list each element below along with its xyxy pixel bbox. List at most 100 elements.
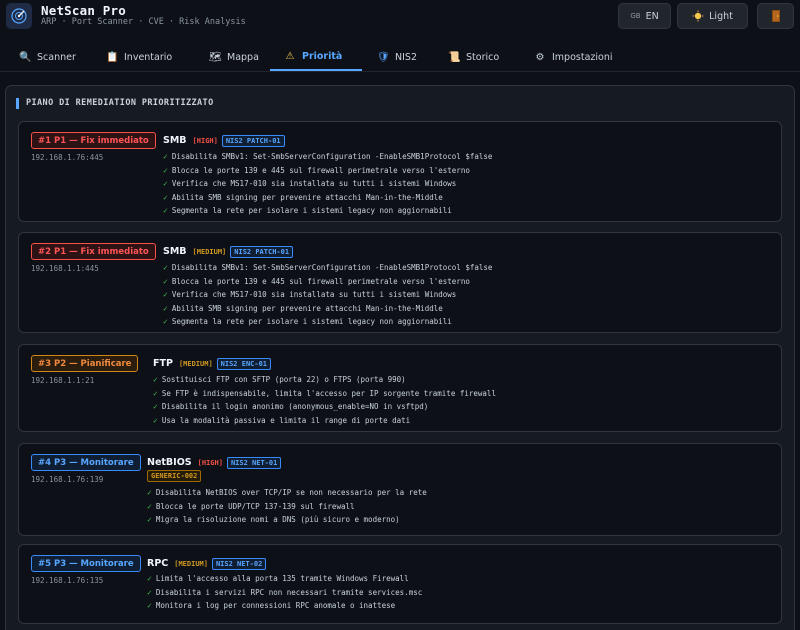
tab-label: NIS2 xyxy=(395,52,417,63)
service-name: NetBIOS xyxy=(147,457,192,468)
tab-inventario[interactable]: 📋 Inventario xyxy=(98,44,180,71)
check-icon: ✓ xyxy=(163,276,168,286)
generic-tag-wrap: GENERIC-002 xyxy=(147,470,202,482)
step-item: ✓ Blocca le porte 139 e 445 sul firewall … xyxy=(163,276,470,286)
remediation-item: #1 P1 — Fix immediato 192.168.1.76:445 S… xyxy=(18,121,782,222)
nis2-tag: NIS2 PATCH-01 xyxy=(221,134,285,147)
remediation-panel: PIANO DI REMEDIATION PRIORITIZZATO #1 P1… xyxy=(5,85,795,630)
step-item: ✓ Usa la modalità passiva e limita il ran… xyxy=(153,415,411,425)
service-name: SMB xyxy=(163,135,187,146)
remediation-steps: ✓ Sostituisci FTP con SFTP (porta 22) o F… xyxy=(153,373,496,427)
service-header: RPC [MEDIUM] NIS2 NET-02 xyxy=(147,555,267,572)
check-icon: ✓ xyxy=(163,192,168,202)
step-item: ✓ Limita l'accesso alla porta 135 tramite… xyxy=(147,574,409,584)
service-name: SMB xyxy=(163,246,187,257)
sun-icon xyxy=(692,10,704,22)
gear-icon: ⚙ xyxy=(535,52,545,63)
shield-icon: 🛡 xyxy=(377,52,390,63)
step-item: ✓ Disabilita SMBv1: Set-SmbServerConfigur… xyxy=(163,152,493,162)
step-item: ✓ Blocca le porte 139 e 445 sul firewall … xyxy=(163,165,470,175)
priority-badge: #4 P3 — Monitorare xyxy=(31,454,141,471)
tab-label: Impostazioni xyxy=(552,52,613,63)
check-icon: ✓ xyxy=(163,206,168,216)
host-address: 192.168.1.1:21 xyxy=(31,376,95,385)
check-icon: ✓ xyxy=(153,415,158,425)
priority-badge: #3 P2 — Pianificare xyxy=(31,355,139,372)
exit-button[interactable] xyxy=(757,3,794,29)
nis2-tag: NIS2 ENC-01 xyxy=(216,357,272,370)
tab-label: Storico xyxy=(466,52,500,63)
host-address: 192.168.1.76:139 xyxy=(31,475,104,484)
severity-label: [HIGH] xyxy=(192,136,218,145)
scroll-icon: 📜 xyxy=(448,52,461,63)
priority-badge: #2 P1 — Fix immediato xyxy=(31,243,156,260)
step-item: ✓ Segmenta la rete per isolare i sistemi … xyxy=(163,317,452,327)
step-item: ✓ Abilita SMB signing per prevenire attac… xyxy=(163,303,443,313)
generic-tag: GENERIC-002 xyxy=(147,470,202,482)
nis2-tag: NIS2 NET-01 xyxy=(226,456,282,469)
tab-bar: 🔍 Scanner 📋 Inventario 🗺 Mappa ⚠ Priorit… xyxy=(0,44,800,72)
theme-label: Light xyxy=(709,10,733,22)
service-header: SMB [HIGH] NIS2 PATCH-01 xyxy=(163,132,285,149)
remediation-steps: ✓ Disabilita NetBIOS over TCP/IP se non n… xyxy=(147,486,427,527)
step-item: ✓ Verifica che MS17-010 sia installata su… xyxy=(163,179,457,189)
check-icon: ✓ xyxy=(163,303,168,313)
nis2-tag: NIS2 PATCH-01 xyxy=(230,245,294,258)
check-icon: ✓ xyxy=(163,165,168,175)
check-icon: ✓ xyxy=(163,152,168,162)
tab-scanner[interactable]: 🔍 Scanner xyxy=(11,44,84,71)
tab-storico[interactable]: 📜 Storico xyxy=(440,44,507,71)
tab-impostazioni[interactable]: ⚙ Impostazioni xyxy=(526,44,621,71)
remediation-item: #4 P3 — Monitorare 192.168.1.76:139 NetB… xyxy=(18,443,782,536)
check-icon: ✓ xyxy=(153,388,158,398)
nis2-tag: NIS2 NET-02 xyxy=(211,557,267,570)
step-item: ✓ Blocca le porte UDP/TCP 137-139 sul fir… xyxy=(147,501,355,511)
check-icon: ✓ xyxy=(153,375,158,385)
check-icon: ✓ xyxy=(163,179,168,189)
step-item: ✓ Segmenta la rete per isolare i sistemi … xyxy=(163,206,452,216)
language-label: EN xyxy=(645,10,659,22)
tab-label: Mappa xyxy=(227,52,259,63)
remediation-steps: ✓ Limita l'accesso alla porta 135 tramite… xyxy=(147,572,422,613)
severity-label: [MEDIUM] xyxy=(192,247,227,256)
remediation-item: #3 P2 — Pianificare 192.168.1.1:21 FTP [… xyxy=(18,344,782,432)
map-icon: 🗺 xyxy=(209,52,222,63)
service-header: FTP [MEDIUM] NIS2 ENC-01 xyxy=(153,355,272,372)
step-item: ✓ Abilita SMB signing per prevenire attac… xyxy=(163,192,443,202)
severity-label: [MEDIUM] xyxy=(178,359,213,368)
step-item: ✓ Disabilita il login anonimo (anonymous_… xyxy=(153,402,429,412)
severity-label: [MEDIUM] xyxy=(174,559,208,568)
check-icon: ✓ xyxy=(147,501,152,511)
language-button[interactable]: GB EN xyxy=(618,3,671,29)
check-icon: ✓ xyxy=(147,587,152,597)
magnifier-icon: 🔍 xyxy=(19,52,32,63)
service-name: RPC xyxy=(147,558,169,569)
theme-toggle-button[interactable]: Light xyxy=(677,3,748,29)
tab-label: Priorità xyxy=(302,51,343,62)
step-item: ✓ Se FTP è indispensabile, limita l'acces… xyxy=(153,388,496,398)
check-icon: ✓ xyxy=(147,601,152,611)
check-icon: ✓ xyxy=(163,317,168,327)
check-icon: ✓ xyxy=(147,574,152,584)
remediation-steps: ✓ Disabilita SMBv1: Set-SmbServerConfigur… xyxy=(163,150,492,218)
check-icon: ✓ xyxy=(147,488,152,498)
remediation-item: #5 P3 — Monitorare 192.168.1.76:135 RPC … xyxy=(18,544,782,624)
remediation-item: #2 P1 — Fix immediato 192.168.1.1:445 SM… xyxy=(18,232,782,333)
step-item: ✓ Migra la risoluzione nomi a DNS (più si… xyxy=(147,515,400,525)
app-logo xyxy=(6,3,32,29)
host-address: 192.168.1.76:135 xyxy=(31,576,104,585)
step-item: ✓ Verifica che MS17-010 sia installata su… xyxy=(163,290,457,300)
tab-nis2[interactable]: 🛡 NIS2 xyxy=(369,44,425,71)
check-icon: ✓ xyxy=(153,402,158,412)
remediation-steps: ✓ Disabilita SMBv1: Set-SmbServerConfigur… xyxy=(163,261,492,329)
tab-label: Inventario xyxy=(124,52,173,63)
check-icon: ✓ xyxy=(163,290,168,300)
app-title: NetScan Pro xyxy=(41,3,126,18)
tab-priorita[interactable]: ⚠ Priorità xyxy=(270,44,362,71)
step-item: ✓ Disabilita NetBIOS over TCP/IP se non n… xyxy=(147,488,427,498)
radar-icon xyxy=(11,8,27,24)
check-icon: ✓ xyxy=(147,515,152,525)
step-item: ✓ Disabilita SMBv1: Set-SmbServerConfigur… xyxy=(163,263,493,273)
tab-mappa[interactable]: 🗺 Mappa xyxy=(201,44,267,71)
check-icon: ✓ xyxy=(163,263,168,273)
